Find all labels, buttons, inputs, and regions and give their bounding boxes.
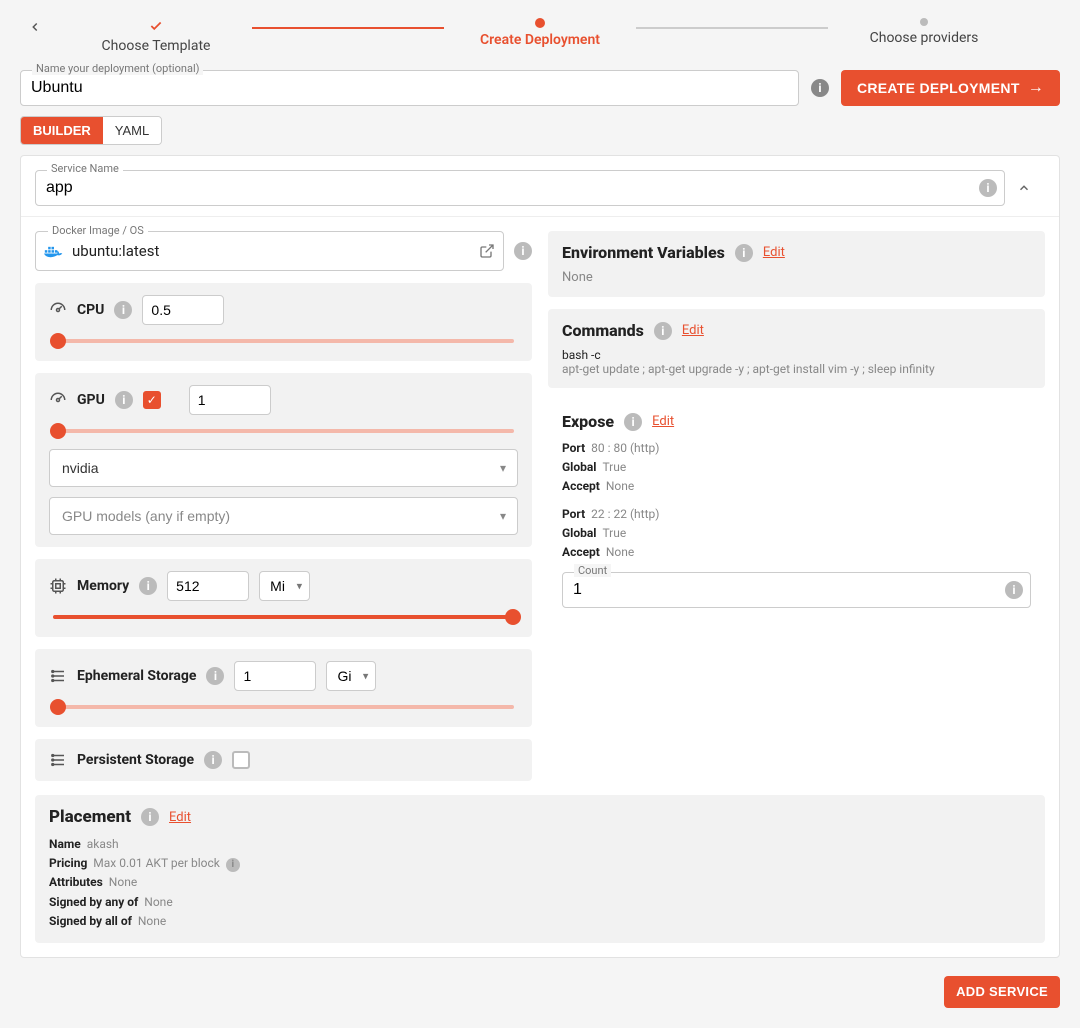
docker-image-label: Docker Image / OS bbox=[48, 224, 148, 237]
expose-port-group: Port 80 : 80 (http) Global True Accept N… bbox=[562, 439, 1031, 497]
env-section: Environment Variables i Edit None bbox=[548, 231, 1045, 297]
commands-line1: bash -c bbox=[562, 348, 1031, 362]
commands-section: Commands i Edit bash -c apt-get update ;… bbox=[548, 309, 1045, 388]
memory-label: Memory bbox=[77, 578, 129, 594]
gpu-enable-checkbox[interactable]: ✓ bbox=[143, 391, 161, 409]
placement-section: Placement i Edit Name akash Pricing Max … bbox=[35, 795, 1045, 943]
dot-todo-icon bbox=[920, 18, 928, 26]
memory-block: Memory i Mi bbox=[35, 559, 532, 637]
gpu-count-input[interactable] bbox=[189, 385, 271, 415]
info-icon[interactable]: i bbox=[1005, 581, 1023, 599]
commands-line2: apt-get update ; apt-get upgrade -y ; ap… bbox=[562, 362, 1031, 376]
ephemeral-storage-unit-select[interactable]: Gi bbox=[326, 661, 376, 691]
gauge-icon bbox=[49, 301, 67, 319]
cpu-label: CPU bbox=[77, 302, 104, 318]
persistent-storage-block: Persistent Storage i ✓ bbox=[35, 739, 532, 781]
create-deployment-label: CREATE DEPLOYMENT bbox=[857, 80, 1020, 96]
cpu-slider[interactable] bbox=[49, 333, 518, 349]
persistent-storage-label: Persistent Storage bbox=[77, 752, 194, 768]
env-title: Environment Variables bbox=[562, 243, 725, 262]
dot-active-icon bbox=[535, 18, 545, 28]
check-icon bbox=[148, 18, 164, 34]
info-icon[interactable]: i bbox=[514, 242, 532, 260]
placement-edit-link[interactable]: Edit bbox=[169, 810, 191, 825]
docker-icon bbox=[44, 243, 72, 259]
memory-unit-select[interactable]: Mi bbox=[259, 571, 310, 601]
info-icon[interactable]: i bbox=[141, 808, 159, 826]
ephemeral-storage-slider[interactable] bbox=[49, 699, 518, 715]
count-input[interactable] bbox=[562, 572, 1031, 608]
step-connector bbox=[252, 27, 444, 29]
info-icon[interactable]: i bbox=[204, 751, 222, 769]
gpu-block: GPU i ✓ nvidia GPU models (any if empty) bbox=[35, 373, 532, 547]
info-icon[interactable]: i bbox=[654, 322, 672, 340]
count-label: Count bbox=[574, 564, 611, 577]
create-deployment-button[interactable]: CREATE DEPLOYMENT → bbox=[841, 70, 1060, 106]
gpu-vendor-select[interactable]: nvidia bbox=[49, 449, 518, 487]
service-card: Service Name i Docker Image / OS ubuntu:… bbox=[20, 155, 1060, 958]
gpu-models-select[interactable]: GPU models (any if empty) bbox=[49, 497, 518, 535]
ephemeral-storage-label: Ephemeral Storage bbox=[77, 668, 196, 684]
ephemeral-storage-input[interactable] bbox=[234, 661, 316, 691]
open-external-icon[interactable] bbox=[479, 243, 495, 259]
commands-edit-link[interactable]: Edit bbox=[682, 323, 704, 338]
service-name-label: Service Name bbox=[47, 162, 123, 175]
storage-icon bbox=[49, 751, 67, 769]
info-icon[interactable]: i bbox=[979, 179, 997, 197]
memory-icon bbox=[49, 577, 67, 595]
memory-input[interactable] bbox=[167, 571, 249, 601]
gauge-icon bbox=[49, 391, 67, 409]
memory-slider[interactable] bbox=[49, 609, 518, 625]
commands-title: Commands bbox=[562, 321, 644, 340]
expose-port-group: Port 22 : 22 (http) Global True Accept N… bbox=[562, 505, 1031, 563]
cpu-input[interactable] bbox=[142, 295, 224, 325]
stepper: Choose Template Create Deployment Choose… bbox=[60, 18, 1020, 54]
service-name-input[interactable] bbox=[35, 170, 1005, 206]
persistent-storage-checkbox[interactable]: ✓ bbox=[232, 751, 250, 769]
placement-title: Placement bbox=[49, 807, 131, 827]
expose-section: Expose i Edit Port 80 : 80 (http) Global… bbox=[548, 400, 1045, 608]
arrow-right-icon: → bbox=[1028, 79, 1044, 97]
ephemeral-storage-block: Ephemeral Storage i Gi bbox=[35, 649, 532, 727]
env-edit-link[interactable]: Edit bbox=[763, 245, 785, 260]
add-service-label: ADD SERVICE bbox=[956, 984, 1048, 999]
info-icon[interactable]: i bbox=[226, 858, 240, 872]
add-service-button[interactable]: ADD SERVICE bbox=[944, 976, 1060, 1008]
info-icon[interactable]: i bbox=[735, 244, 753, 262]
info-icon[interactable]: i bbox=[114, 301, 132, 319]
info-icon[interactable]: i bbox=[206, 667, 224, 685]
info-icon[interactable]: i bbox=[624, 413, 642, 431]
tab-yaml[interactable]: YAML bbox=[103, 117, 161, 144]
back-button[interactable] bbox=[28, 20, 42, 34]
storage-icon bbox=[49, 667, 67, 685]
step-label-2: Create Deployment bbox=[480, 32, 600, 48]
env-body: None bbox=[562, 270, 1031, 285]
gpu-label: GPU bbox=[77, 392, 105, 408]
step-label-1: Choose Template bbox=[102, 38, 211, 54]
info-icon[interactable]: i bbox=[811, 79, 829, 97]
deployment-name-input[interactable] bbox=[20, 70, 799, 106]
tab-builder[interactable]: BUILDER bbox=[21, 117, 103, 144]
info-icon[interactable]: i bbox=[139, 577, 157, 595]
expose-title: Expose bbox=[562, 412, 614, 431]
step-connector bbox=[636, 27, 828, 29]
cpu-block: CPU i bbox=[35, 283, 532, 361]
deployment-name-label: Name your deployment (optional) bbox=[32, 62, 203, 75]
docker-image-value[interactable]: ubuntu:latest bbox=[72, 242, 159, 260]
info-icon[interactable]: i bbox=[115, 391, 133, 409]
expose-edit-link[interactable]: Edit bbox=[652, 414, 674, 429]
collapse-toggle[interactable] bbox=[1017, 181, 1045, 195]
gpu-slider[interactable] bbox=[49, 423, 518, 439]
step-label-3: Choose providers bbox=[870, 30, 979, 46]
builder-yaml-toggle: BUILDER YAML bbox=[20, 116, 162, 145]
